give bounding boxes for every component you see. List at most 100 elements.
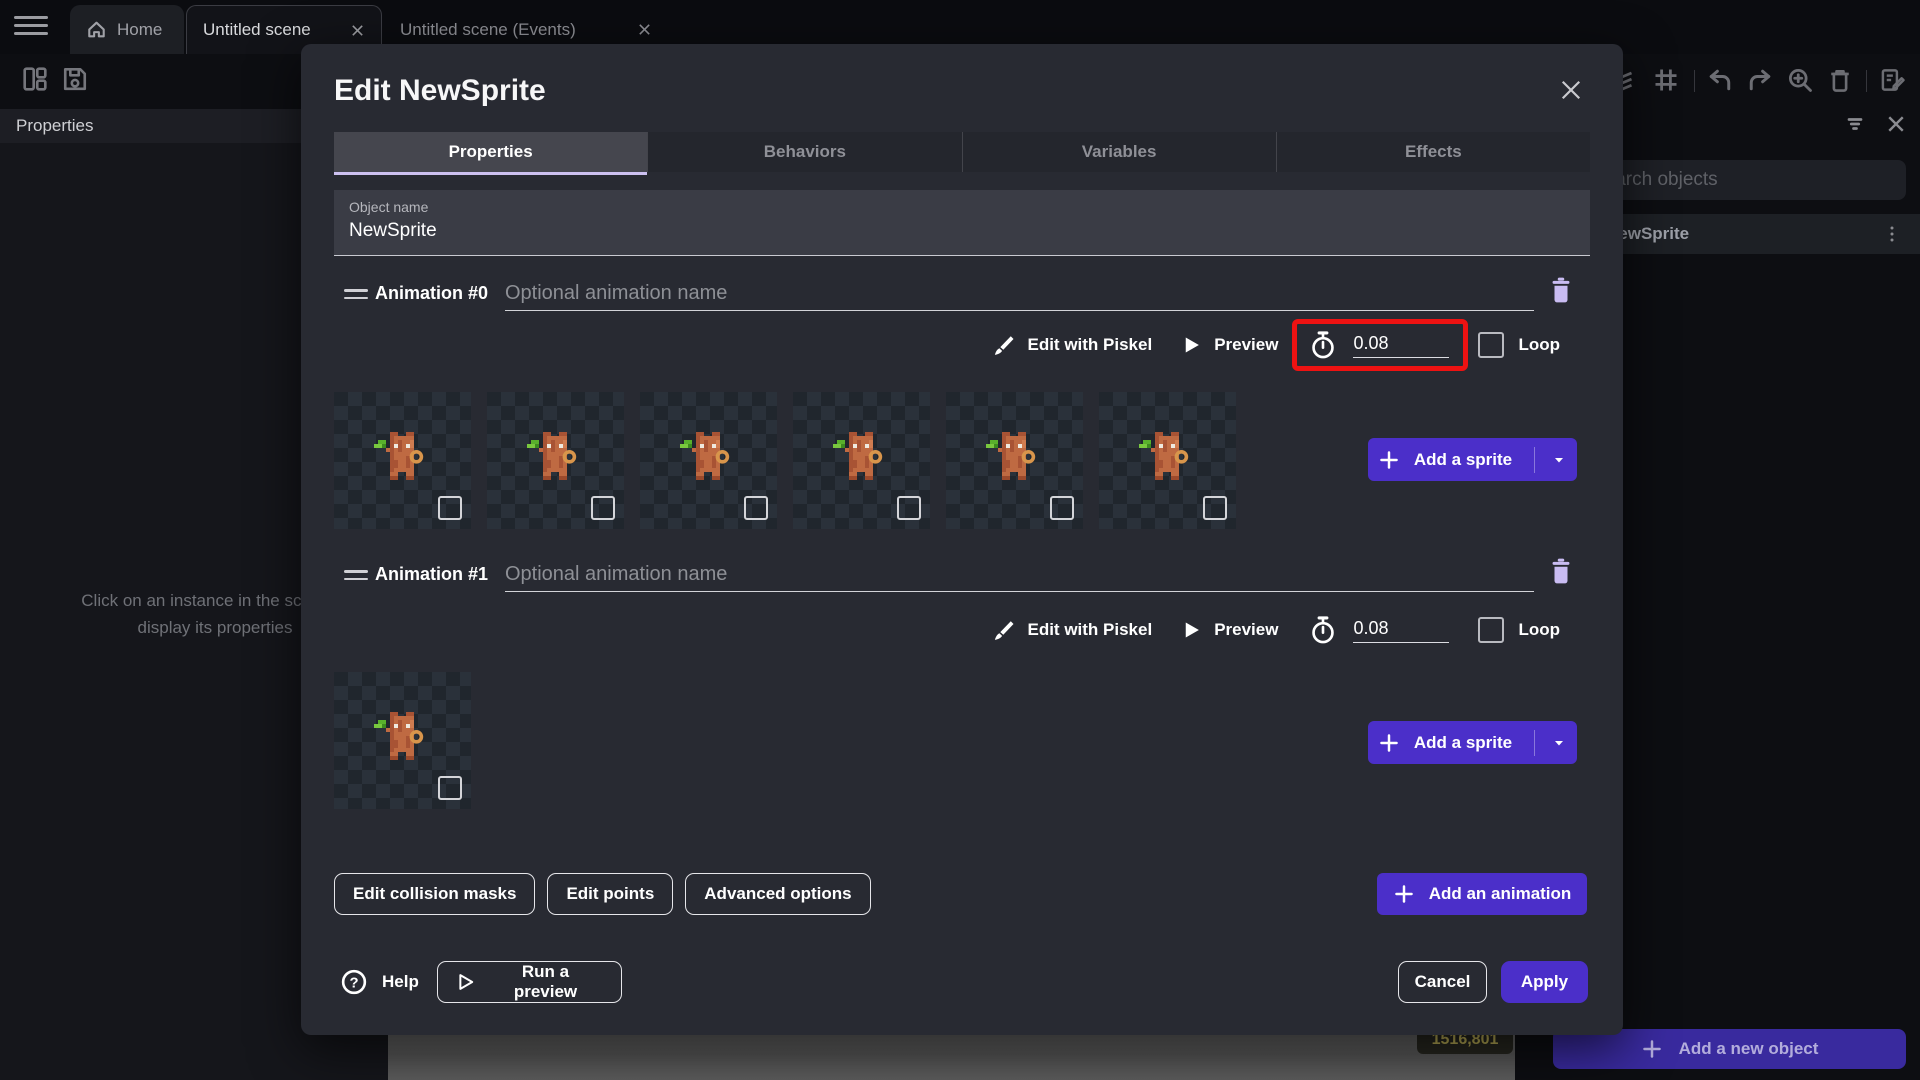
add-animation-button[interactable]: Add an animation	[1377, 873, 1587, 915]
tab-label: Untitled scene	[203, 20, 311, 39]
edit-notebook-icon[interactable]	[1878, 66, 1906, 94]
sprite-frame-thumbnail[interactable]	[487, 392, 624, 529]
play-icon	[1185, 337, 1200, 353]
button-divider	[1534, 729, 1536, 756]
creature-sprite	[374, 712, 424, 760]
creature-sprite	[1139, 432, 1189, 480]
plus-icon	[1380, 450, 1398, 469]
add-sprite-button[interactable]: Add a sprite	[1368, 721, 1577, 764]
edit-collision-masks-button[interactable]: Edit collision masks	[334, 873, 536, 915]
edit-with-piskel-button[interactable]: Edit with Piskel	[991, 333, 1152, 357]
dialog-title: Edit NewSprite	[334, 74, 546, 107]
main-menu-icon[interactable]	[14, 16, 48, 38]
save-icon[interactable]	[60, 64, 90, 94]
dialog-footer: ? Help Run a preview Cancel Apply	[334, 961, 1588, 1003]
delete-animation-icon[interactable]	[1548, 556, 1574, 586]
help-button[interactable]: ? Help	[340, 968, 419, 996]
loop-checkbox[interactable]	[1478, 332, 1505, 358]
brush-icon	[995, 621, 1014, 640]
trash-icon[interactable]	[1826, 66, 1854, 94]
tab-variables[interactable]: Variables	[961, 132, 1276, 172]
redo-icon[interactable]	[1746, 66, 1774, 94]
frame-select-checkbox[interactable]	[1203, 496, 1227, 520]
search-objects-input[interactable]	[1574, 160, 1906, 200]
sprite-frame-thumbnail[interactable]	[334, 392, 471, 529]
tab-behaviors[interactable]: Behaviors	[647, 132, 961, 172]
cancel-button[interactable]: Cancel	[1398, 961, 1487, 1003]
brush-icon	[995, 336, 1014, 355]
time-between-frames-input[interactable]	[1353, 617, 1450, 643]
undo-icon[interactable]	[1706, 66, 1734, 94]
chevron-down-icon[interactable]	[1551, 452, 1567, 468]
time-between-frames-group	[1292, 604, 1468, 656]
tab-properties[interactable]: Properties	[334, 132, 648, 175]
add-new-object-button[interactable]: Add a new object	[1553, 1029, 1906, 1069]
sprite-frame-thumbnail[interactable]	[640, 392, 777, 529]
creature-sprite	[680, 432, 730, 480]
filter-icon[interactable]	[1843, 112, 1867, 136]
help-icon: ?	[341, 969, 367, 995]
search-objects-field[interactable]	[1574, 160, 1906, 200]
grid-icon[interactable]	[1652, 66, 1680, 94]
sprite-frame-thumbnail[interactable]	[1099, 392, 1236, 529]
frame-select-checkbox[interactable]	[897, 496, 921, 520]
close-tab-icon[interactable]	[637, 22, 652, 37]
animation-1-header: Animation #1	[301, 558, 1623, 596]
creature-sprite	[986, 432, 1036, 480]
sprite-frame-thumbnail[interactable]	[334, 672, 471, 809]
chevron-down-icon[interactable]	[1551, 735, 1567, 751]
creature-sprite	[527, 432, 577, 480]
frame-select-checkbox[interactable]	[438, 496, 462, 520]
animation-0-actions: Edit with Piskel Preview Loop	[991, 317, 1560, 373]
creature-sprite	[833, 432, 883, 480]
drag-handle-icon[interactable]	[344, 570, 368, 585]
plus-icon	[1380, 733, 1398, 752]
home-icon	[88, 21, 105, 38]
animation-name-input[interactable]	[505, 277, 1534, 311]
preview-button[interactable]: Preview	[1182, 335, 1278, 355]
delete-animation-icon[interactable]	[1548, 275, 1574, 305]
animation-0-frames	[334, 392, 1236, 529]
layout-panels-icon[interactable]	[20, 64, 50, 94]
tab-label: Home	[117, 19, 163, 39]
animation-name-input[interactable]	[505, 558, 1534, 592]
close-tab-icon[interactable]	[350, 23, 365, 38]
loop-label: Loop	[1518, 620, 1560, 639]
edit-with-piskel-button[interactable]: Edit with Piskel	[991, 618, 1152, 642]
close-panel-icon[interactable]	[1884, 112, 1908, 136]
object-name-input[interactable]	[349, 220, 1549, 242]
plus-icon	[1642, 1040, 1661, 1058]
frame-select-checkbox[interactable]	[591, 496, 615, 520]
tab-home[interactable]: Home	[70, 5, 184, 54]
advanced-options-button[interactable]: Advanced options	[685, 873, 871, 915]
add-sprite-button[interactable]: Add a sprite	[1368, 438, 1577, 481]
drag-handle-icon[interactable]	[344, 289, 368, 304]
sprite-frame-thumbnail[interactable]	[793, 392, 930, 529]
object-menu-dots-icon[interactable]	[1884, 224, 1900, 244]
plus-icon	[1394, 885, 1413, 903]
object-name-field-label: Object name	[349, 199, 429, 215]
tab-effects[interactable]: Effects	[1275, 132, 1590, 172]
gdevelop-window: Home Untitled scene Untitled scene (Even…	[0, 0, 1920, 1080]
sprite-frame-thumbnail[interactable]	[946, 392, 1083, 529]
animation-title: Animation #0	[375, 283, 489, 303]
run-preview-button[interactable]: Run a preview	[437, 961, 622, 1003]
creature-sprite	[374, 432, 424, 480]
frame-select-checkbox[interactable]	[438, 776, 462, 800]
animation-title: Animation #1	[375, 564, 489, 584]
time-between-frames-input[interactable]	[1353, 332, 1450, 358]
play-outline-icon	[459, 974, 474, 990]
frame-select-checkbox[interactable]	[744, 496, 768, 520]
dialog-close-icon[interactable]	[1559, 78, 1583, 102]
preview-button[interactable]: Preview	[1182, 620, 1278, 640]
frame-select-checkbox[interactable]	[1050, 496, 1074, 520]
object-name-field[interactable]: Object name	[334, 190, 1590, 256]
edit-points-button[interactable]: Edit points	[547, 873, 674, 915]
loop-checkbox[interactable]	[1478, 617, 1505, 643]
sprite-tools-row: Edit collision masks Edit points Advance…	[334, 873, 871, 915]
apply-button[interactable]: Apply	[1501, 961, 1588, 1003]
animation-0-header: Animation #0	[301, 277, 1623, 315]
tab-label: Untitled scene (Events)	[400, 19, 576, 39]
play-icon	[1185, 622, 1200, 638]
zoom-in-icon[interactable]	[1786, 66, 1814, 94]
